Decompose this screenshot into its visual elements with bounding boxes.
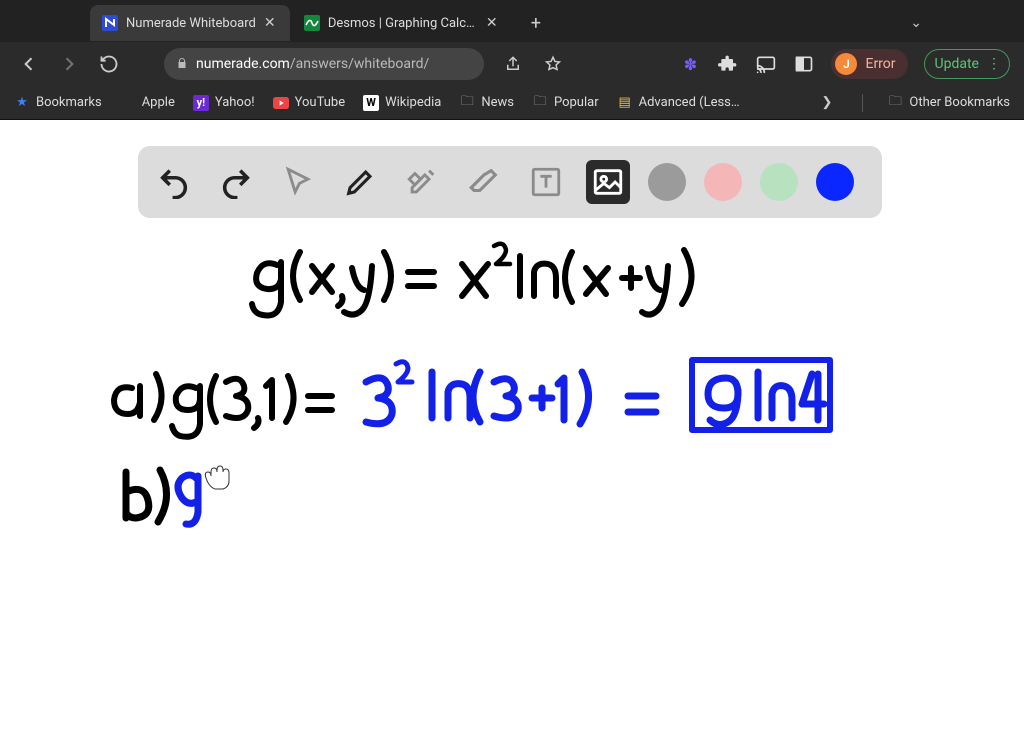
extension-flower-icon[interactable]: ✽ [679,53,701,75]
favicon-desmos [304,15,320,31]
star-icon[interactable] [538,49,568,79]
nav-row: numerade.com/answers/whiteboard/ ✽ J Err… [0,42,1024,86]
stroke-part-a-work [366,362,656,424]
forward-button[interactable] [54,49,84,79]
folder-icon: 🗀 [459,95,475,111]
close-icon[interactable]: ✕ [264,16,278,30]
youtube-icon [273,95,289,111]
back-button[interactable] [14,49,44,79]
tab-strip: Numerade Whiteboard ✕ Desmos | Graphing … [0,0,1024,42]
stroke-part-a-answer [692,360,830,430]
close-icon[interactable]: ✕ [486,16,500,30]
avatar: J [835,53,857,75]
bookmark-youtube[interactable]: YouTube [273,95,346,111]
profile-label: Error [865,56,895,72]
browser-chrome: Numerade Whiteboard ✕ Desmos | Graphing … [0,0,1024,120]
bookmark-yahoo[interactable]: y!Yahoo! [193,95,255,111]
nav-right: ✽ J Error Update ⋮ [679,49,1010,79]
divider [862,94,863,112]
tab-title: Numerade Whiteboard [126,16,256,31]
bookmark-wikipedia[interactable]: WWikipedia [363,95,441,111]
whiteboard-canvas[interactable] [0,120,1024,742]
page-content [0,120,1024,742]
wikipedia-icon: W [363,95,379,111]
bookmark-news[interactable]: 🗀News [459,95,514,111]
cast-icon[interactable] [755,53,777,75]
apple-icon [120,95,136,111]
profile-error-pill[interactable]: J Error [831,49,907,79]
bookmark-bookmarks[interactable]: ★Bookmarks [14,95,102,111]
bookmark-apple[interactable]: Apple [120,95,175,111]
sheets-icon: ▤ [617,95,633,111]
stroke-part-a-label [114,374,332,437]
tab-desmos[interactable]: Desmos | Graphing Calculato ✕ [292,5,512,41]
share-icon[interactable] [498,49,528,79]
reload-button[interactable] [94,49,124,79]
cursor-grab-icon [205,466,229,489]
tab-list-chevron-icon[interactable]: ⌄ [898,15,934,31]
update-label: Update [935,56,979,72]
bookmarks-overflow-icon[interactable]: ❯ [816,95,839,110]
bookmark-other[interactable]: 🗀Other Bookmarks [887,95,1010,111]
lock-icon [176,57,188,72]
bookmark-popular[interactable]: 🗀Popular [532,95,599,111]
extensions-icon[interactable] [717,53,739,75]
tab-title: Desmos | Graphing Calculato [328,16,478,31]
update-button[interactable]: Update ⋮ [924,49,1010,79]
yahoo-icon: y! [193,95,209,111]
sidepanel-icon[interactable] [793,53,815,75]
menu-dots-icon: ⋮ [987,56,999,72]
stroke-part-b-label [126,470,167,522]
new-tab-button[interactable]: + [522,9,550,37]
bookmark-advanced[interactable]: ▤Advanced (Less… [617,95,740,111]
bookmarks-bar: ★Bookmarks Apple y!Yahoo! YouTube WWikip… [0,86,1024,120]
url-bar[interactable]: numerade.com/answers/whiteboard/ [164,48,484,80]
stroke-definition [252,244,692,316]
url-text: numerade.com/answers/whiteboard/ [196,56,429,72]
tab-numerade[interactable]: Numerade Whiteboard ✕ [90,5,290,41]
star-icon: ★ [14,95,30,111]
folder-icon: 🗀 [532,95,548,111]
favicon-numerade [102,15,118,31]
stroke-part-b-start [178,475,198,524]
folder-icon: 🗀 [887,95,903,111]
